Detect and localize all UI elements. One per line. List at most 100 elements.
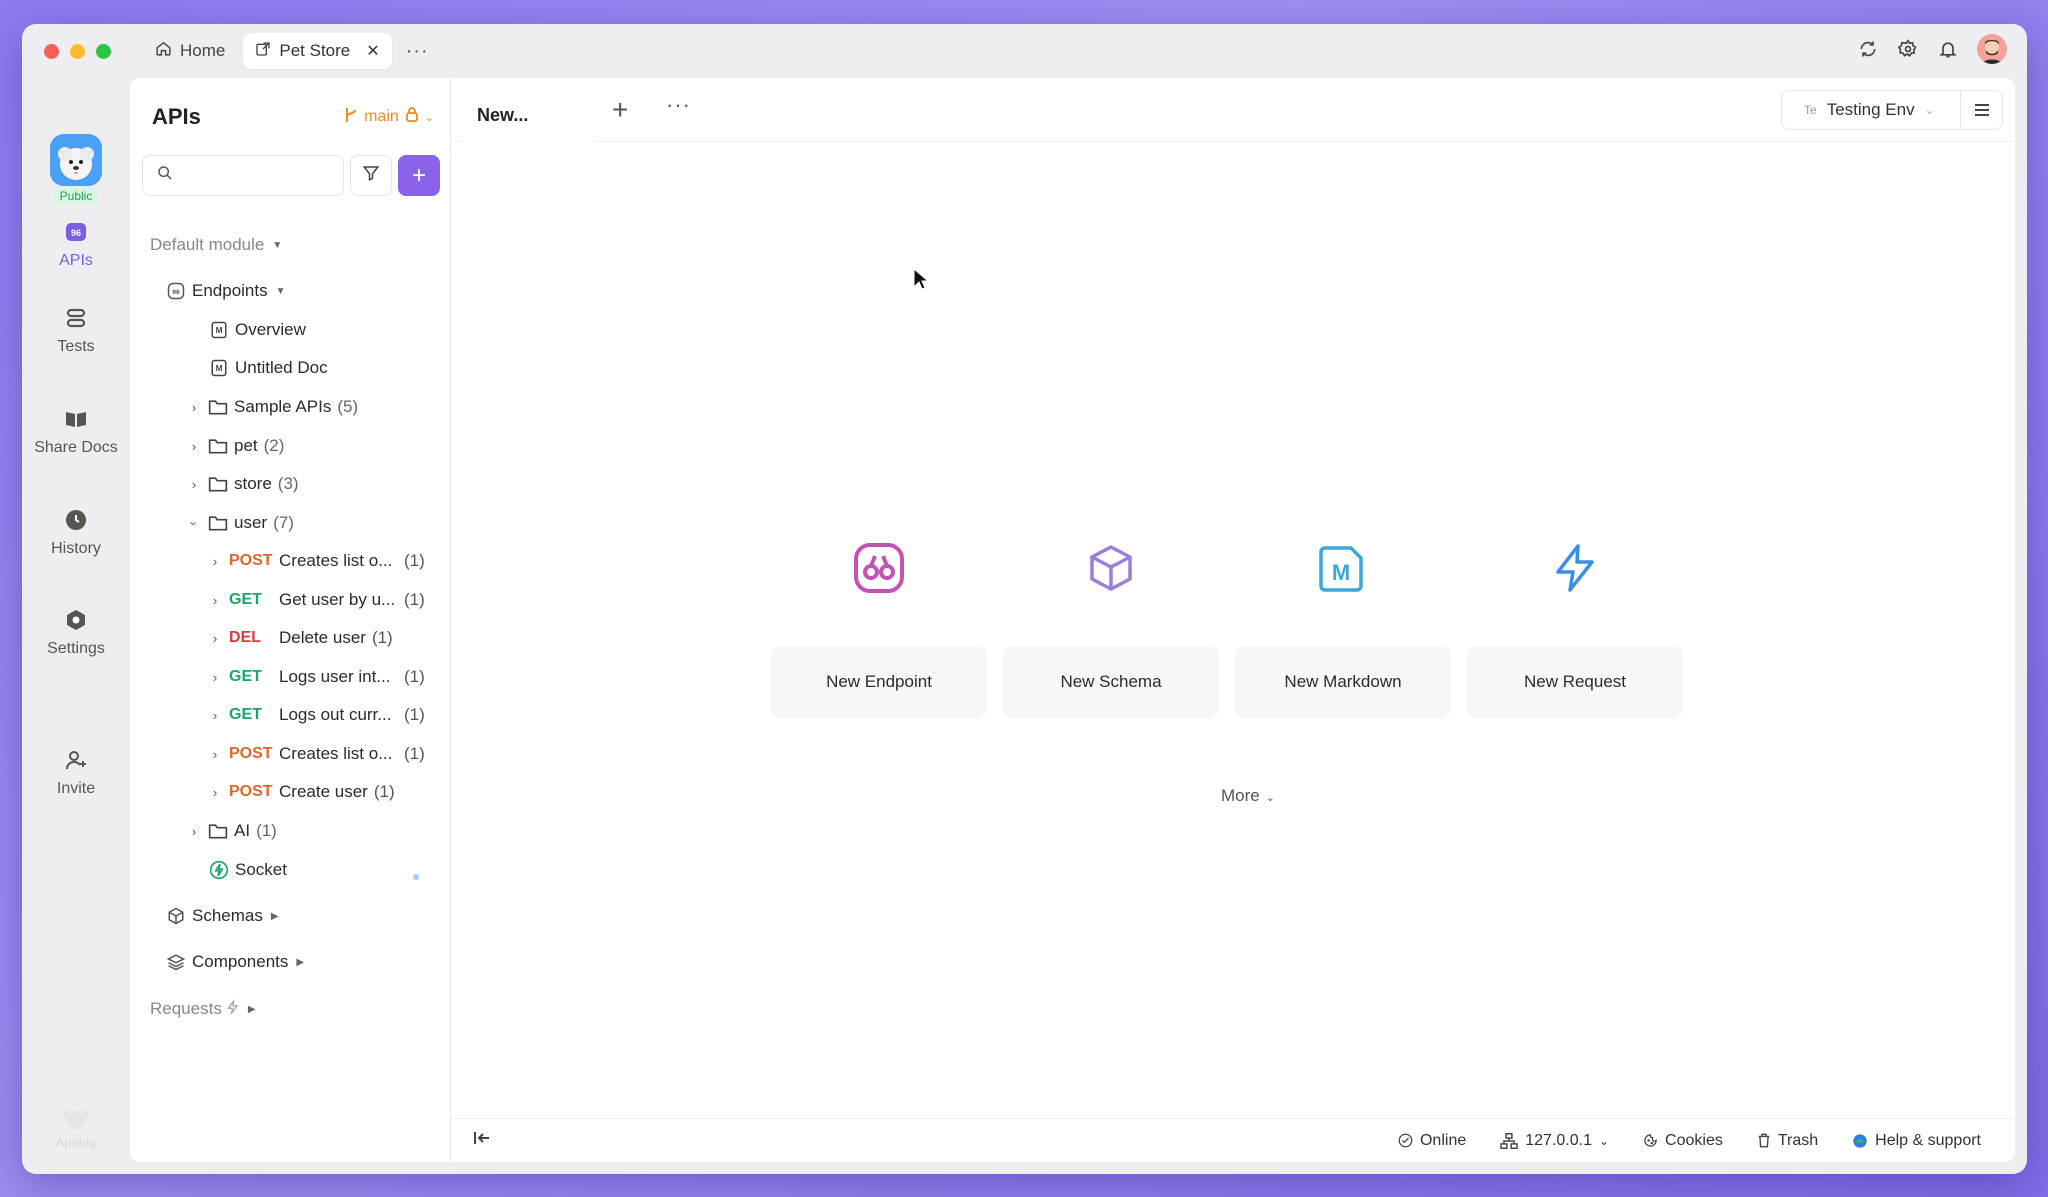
- endpoint-item[interactable]: › POST Creates list o... (1): [207, 546, 425, 576]
- rail-item-settings[interactable]: Settings: [22, 606, 130, 658]
- socket-label: Socket: [235, 860, 287, 879]
- components-section[interactable]: Components ▶: [166, 947, 304, 977]
- doc-overview[interactable]: M Overview: [209, 315, 306, 345]
- filter-button[interactable]: [350, 155, 392, 196]
- minimize-window-button[interactable]: [70, 43, 85, 59]
- sync-icon[interactable]: [1857, 38, 1879, 60]
- rail-item-tests[interactable]: Tests: [22, 304, 130, 356]
- rail-item-apis[interactable]: 96 APIs: [22, 218, 130, 270]
- tab-new[interactable]: New...: [463, 90, 593, 142]
- endpoint-item[interactable]: › POST Create user (1): [207, 777, 395, 807]
- new-markdown-button[interactable]: New Markdown: [1235, 646, 1451, 718]
- editor-tabs-bar: New... + ··· Te Testing Env ⌄: [451, 78, 2015, 142]
- gear-icon[interactable]: [1897, 38, 1919, 60]
- endpoint-name: Logs user int...: [279, 667, 391, 686]
- user-avatar[interactable]: [1977, 34, 2007, 64]
- endpoint-item[interactable]: › POST Creates list o... (1): [207, 739, 425, 769]
- folder-store[interactable]: › store (3): [186, 469, 299, 499]
- folder-name: user: [234, 513, 268, 532]
- endpoint-count: (1): [404, 667, 425, 686]
- branch-selector[interactable]: main ⌄: [344, 107, 434, 128]
- menu-icon: [1974, 104, 1989, 116]
- more-tabs-button[interactable]: ···: [666, 92, 691, 118]
- requests-section[interactable]: Requests ▶: [150, 994, 256, 1024]
- tab-home-label: Home: [180, 41, 226, 60]
- new-request-card: New Request: [1467, 518, 1683, 718]
- online-status[interactable]: Online: [1398, 1132, 1466, 1150]
- project-avatar[interactable]: Public: [46, 134, 106, 205]
- chevron-right-icon: ›: [212, 784, 218, 800]
- method-badge: GET: [229, 668, 262, 685]
- new-request-button[interactable]: New Request: [1467, 646, 1683, 718]
- maximize-window-button[interactable]: [96, 43, 111, 59]
- default-module-selector[interactable]: Default module ▼: [150, 230, 282, 260]
- folder-ai[interactable]: › AI (1): [186, 816, 277, 846]
- rail-item-history-label: History: [51, 540, 101, 557]
- folder-user[interactable]: › user (7): [186, 508, 294, 538]
- schemas-section[interactable]: Schemas ▶: [166, 901, 279, 931]
- lightning-icon: [1467, 518, 1683, 618]
- chevron-right-icon: ›: [191, 399, 197, 415]
- tab-pet-store[interactable]: Pet Store ✕: [243, 33, 392, 69]
- rail-item-invite[interactable]: Invite: [22, 746, 130, 798]
- endpoint-item[interactable]: › GET Logs user int... (1): [207, 662, 425, 692]
- rail-item-history[interactable]: History: [22, 506, 130, 558]
- home-icon: [155, 40, 172, 62]
- app-window: Home Pet Store ✕ ··· Public 96 APIs Test…: [22, 24, 2027, 1174]
- new-schema-card: New Schema: [1003, 518, 1219, 718]
- status-bar: Online 127.0.0.1 ⌄ Cookies Trash Help & …: [451, 1118, 2015, 1162]
- method-badge: POST: [229, 552, 273, 569]
- bell-icon[interactable]: [1937, 38, 1959, 60]
- rail-item-settings-label: Settings: [47, 640, 105, 657]
- endpoint-count: (1): [371, 628, 393, 647]
- folder-sample-apis[interactable]: › Sample APIs (5): [186, 392, 358, 422]
- more-actions-button[interactable]: More ⌄: [1221, 786, 1275, 806]
- rail-item-apis-label: APIs: [59, 252, 93, 269]
- folder-icon: [208, 821, 228, 841]
- endpoint-item[interactable]: › DEL Delete user (1): [207, 623, 393, 653]
- history-icon: [62, 506, 90, 534]
- new-schema-button[interactable]: New Schema: [1003, 646, 1219, 718]
- folder-pet[interactable]: › pet (2): [186, 431, 285, 461]
- add-button[interactable]: +: [398, 155, 440, 196]
- env-menu-button[interactable]: [1960, 91, 2002, 129]
- search-box[interactable]: [142, 155, 344, 196]
- close-window-button[interactable]: [44, 43, 59, 59]
- mouse-cursor: [913, 267, 930, 297]
- endpoint-item[interactable]: › GET Get user by u... (1): [207, 585, 425, 615]
- close-icon[interactable]: ✕: [366, 41, 379, 61]
- folder-count: (7): [273, 513, 294, 532]
- folder-name: Sample APIs: [234, 397, 332, 416]
- trash-button[interactable]: Trash: [1757, 1132, 1818, 1150]
- schema-cube-icon: [1003, 518, 1219, 618]
- doc-untitled[interactable]: M Untitled Doc: [209, 353, 328, 383]
- new-markdown-card: M New Markdown: [1235, 518, 1451, 718]
- quick-actions: New Endpoint New Schema M New Markdown N…: [771, 518, 1683, 718]
- network-icon: [1500, 1132, 1518, 1149]
- endpoints-section[interactable]: 96 Endpoints ▼: [166, 276, 286, 306]
- rail-item-invite-label: Invite: [56, 780, 96, 797]
- socket-item[interactable]: Socket: [209, 855, 287, 885]
- chevron-right-icon: ›: [191, 476, 197, 492]
- status-items: Online 127.0.0.1 ⌄ Cookies Trash Help & …: [1398, 1132, 1981, 1150]
- chevron-down-icon: ›: [186, 520, 202, 526]
- socket-status-dot: [413, 874, 419, 880]
- chevron-down-icon: ⌄: [1598, 1133, 1610, 1148]
- ip-selector[interactable]: 127.0.0.1 ⌄: [1500, 1132, 1609, 1150]
- collapse-sidebar-icon[interactable]: [473, 1130, 495, 1151]
- tab-home[interactable]: Home: [143, 33, 237, 69]
- environment-selector[interactable]: Te Testing Env ⌄: [1781, 90, 2003, 130]
- env-name: Testing Env: [1826, 100, 1915, 119]
- help-support-button[interactable]: Help & support: [1852, 1132, 1981, 1150]
- chevron-right-icon: ›: [212, 592, 218, 608]
- rail-item-share-docs[interactable]: Share Docs: [22, 405, 130, 457]
- chevron-right-icon: ›: [212, 707, 218, 723]
- tab-pet-store-label: Pet Store: [279, 41, 351, 60]
- new-tab-button[interactable]: +: [612, 94, 628, 126]
- search-input[interactable]: [181, 167, 331, 184]
- tabs-more-button[interactable]: ···: [406, 40, 429, 63]
- endpoint-item[interactable]: › GET Logs out curr... (1): [207, 700, 425, 730]
- cookies-button[interactable]: Cookies: [1643, 1132, 1723, 1150]
- new-endpoint-button[interactable]: New Endpoint: [771, 646, 987, 718]
- cube-icon: [166, 906, 186, 926]
